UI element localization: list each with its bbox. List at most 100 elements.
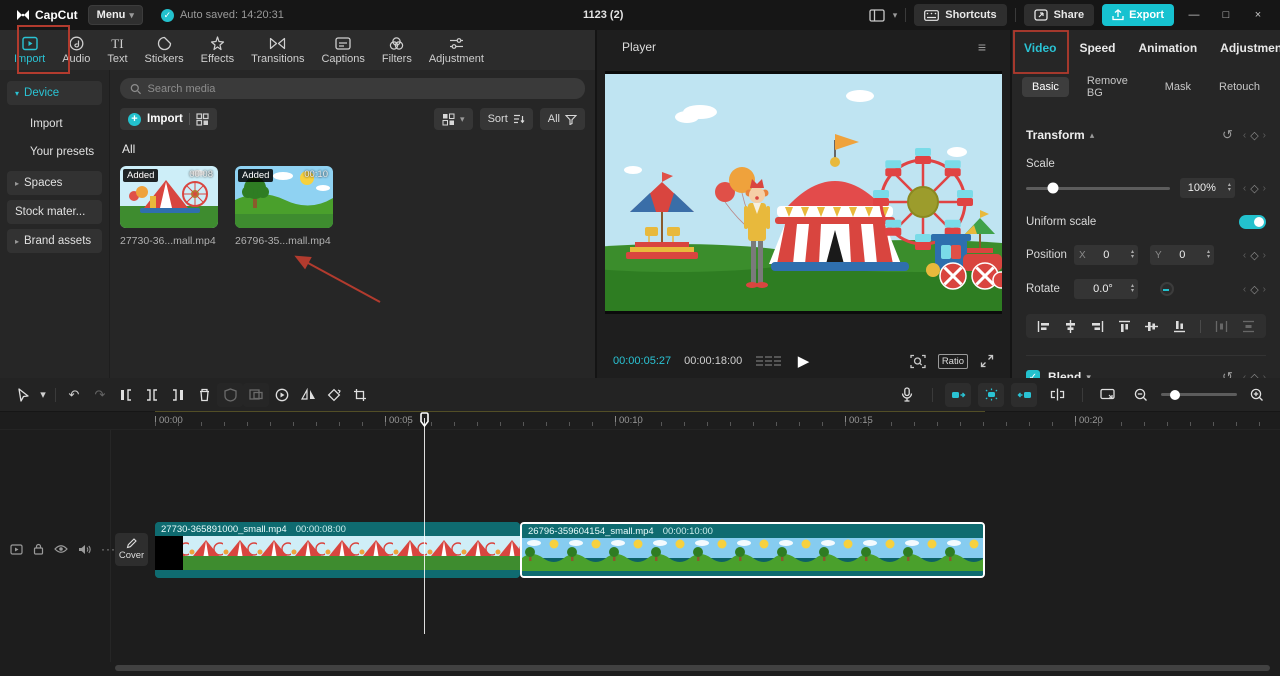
media-tab-effects[interactable]: Effects xyxy=(201,35,234,65)
media-tab-adjustment[interactable]: Adjustment xyxy=(429,36,484,65)
mirror-tool-icon[interactable] xyxy=(295,383,321,407)
keyframe-controls[interactable]: ‹◇› xyxy=(1243,182,1266,195)
export-button[interactable]: Export xyxy=(1102,4,1174,26)
player-menu-icon[interactable]: ≡ xyxy=(978,39,986,55)
view-mode-button[interactable]: ▾ xyxy=(434,108,473,130)
subtab-retouch[interactable]: Retouch xyxy=(1209,77,1270,97)
filter-button[interactable]: All xyxy=(539,108,585,130)
close-button[interactable]: × xyxy=(1246,9,1270,21)
media-tab-transitions[interactable]: Transitions xyxy=(251,36,304,65)
subtab-remove-bg[interactable]: Remove BG xyxy=(1077,71,1147,103)
reset-transform-icon[interactable]: ↺ xyxy=(1222,127,1233,143)
tab-adjustment[interactable]: Adjustment xyxy=(1220,41,1280,55)
media-tab-import[interactable]: Import xyxy=(14,36,45,65)
record-voiceover-icon[interactable] xyxy=(894,383,920,407)
select-tool-icon[interactable] xyxy=(10,383,36,407)
media-tab-audio[interactable]: Audio xyxy=(62,36,90,65)
media-search[interactable] xyxy=(120,78,585,99)
auto-ripple-icon[interactable] xyxy=(978,382,1004,407)
align-center-horizontal-icon[interactable] xyxy=(1064,319,1077,333)
chevron-down-icon[interactable]: ▾ xyxy=(893,10,898,21)
sort-button[interactable]: Sort xyxy=(479,108,533,130)
sidebar-item-import[interactable]: Import xyxy=(0,110,109,138)
sidebar-item-spaces[interactable]: ▸ Spaces xyxy=(7,171,102,195)
distribute-horizontal-icon[interactable] xyxy=(1215,320,1228,333)
search-input[interactable] xyxy=(147,82,575,95)
scale-slider-thumb[interactable] xyxy=(1047,182,1059,194)
timeline-zoom-thumb[interactable] xyxy=(1169,389,1180,400)
align-bottom-icon[interactable] xyxy=(1173,320,1186,333)
rotate-field[interactable]: 0.0° ▴ ▾ xyxy=(1074,279,1138,299)
tab-speed[interactable]: Speed xyxy=(1079,41,1115,55)
uniform-scale-toggle[interactable] xyxy=(1239,215,1266,229)
rotate-tool-icon[interactable] xyxy=(321,383,347,407)
delete-right-icon[interactable] xyxy=(165,383,191,407)
sidebar-item-stock-materials[interactable]: Stock mater... xyxy=(7,200,102,224)
next-keyframe-icon[interactable]: › xyxy=(1263,130,1266,141)
distribute-vertical-icon[interactable] xyxy=(1242,320,1255,333)
timeline-horizontal-scrollbar[interactable] xyxy=(115,665,1270,671)
keyframe-controls[interactable]: ‹◇› xyxy=(1243,283,1266,296)
magnetic-snap-icon[interactable] xyxy=(945,382,971,407)
mute-track-icon[interactable] xyxy=(78,544,91,555)
delete-icon[interactable] xyxy=(191,383,217,407)
sidebar-item-brand-assets[interactable]: ▸ Brand assets xyxy=(7,229,102,253)
scale-stepper[interactable]: ▴ ▾ xyxy=(1224,182,1235,193)
more-options-icon[interactable]: ··· xyxy=(101,542,116,556)
speed-tool-icon[interactable] xyxy=(269,383,295,407)
media-tab-captions[interactable]: Captions xyxy=(321,36,365,65)
minimize-button[interactable]: — xyxy=(1182,9,1206,21)
maximize-button[interactable]: □ xyxy=(1214,9,1238,21)
align-right-icon[interactable] xyxy=(1091,320,1104,333)
share-button[interactable]: Share xyxy=(1023,4,1095,26)
play-button[interactable]: ▶ xyxy=(798,352,810,370)
preview-axis-icon[interactable] xyxy=(1095,383,1121,407)
position-y-field[interactable]: Y 0 ▴ ▾ xyxy=(1150,245,1214,265)
timeline-clip-1[interactable]: 27730-365891000_small.mp4 00:00:08:00 xyxy=(155,522,520,578)
media-tab-stickers[interactable]: Stickers xyxy=(145,36,184,65)
shortcuts-button[interactable]: Shortcuts xyxy=(914,4,1007,26)
cover-button[interactable]: Cover xyxy=(115,533,148,566)
overlay-tool-icon[interactable] xyxy=(243,382,269,407)
delete-left-icon[interactable] xyxy=(113,383,139,407)
crop-tool-icon[interactable] xyxy=(347,383,373,407)
timeline-ruler[interactable]: 00:00 00:05 00:10 00:15 00:20 xyxy=(0,412,1280,430)
sidebar-item-device[interactable]: ▾ Device xyxy=(7,81,102,105)
link-clips-icon[interactable] xyxy=(1011,382,1037,407)
mask-tool-icon[interactable] xyxy=(217,382,243,407)
sidebar-item-your-presets[interactable]: Your presets xyxy=(0,138,109,166)
tab-animation[interactable]: Animation xyxy=(1138,41,1197,55)
player-canvas[interactable] xyxy=(605,71,1002,314)
timeline-clip-2-selected[interactable]: 26796-359604154_small.mp4 00:00:10:00 xyxy=(520,522,985,578)
import-media-button[interactable]: + Import xyxy=(120,108,217,130)
position-x-field[interactable]: X 0 ▴ ▾ xyxy=(1074,245,1138,265)
timeline-zoom-in-icon[interactable] xyxy=(1244,383,1270,407)
media-item-1[interactable]: Added 00:08 27730-36...mall.mp4 xyxy=(120,166,218,247)
split-icon[interactable] xyxy=(139,383,165,407)
align-top-icon[interactable] xyxy=(1118,320,1131,333)
select-tool-dropdown[interactable]: ▾ xyxy=(36,383,50,407)
transform-section-header[interactable]: Transform ▴ ↺ ‹ ◇ › xyxy=(1026,127,1266,143)
tab-video[interactable]: Video xyxy=(1024,41,1056,55)
align-center-vertical-icon[interactable] xyxy=(1145,320,1159,333)
align-left-icon[interactable] xyxy=(1037,320,1050,333)
keyframe-controls[interactable]: ‹◇› xyxy=(1243,249,1266,262)
lock-track-icon[interactable] xyxy=(33,543,44,555)
preview-quality-icon[interactable] xyxy=(910,354,926,369)
media-item-2[interactable]: Added 00:10 26796-35...mall.mp4 xyxy=(235,166,333,247)
position-x-stepper[interactable]: ▴ ▾ xyxy=(1127,249,1138,260)
rotate-stepper[interactable]: ▴ ▾ xyxy=(1127,283,1138,294)
position-y-stepper[interactable]: ▴ ▾ xyxy=(1203,249,1214,260)
timeline-zoom-out-icon[interactable] xyxy=(1128,383,1154,407)
scale-value-box[interactable]: 100% ▴ ▾ xyxy=(1179,178,1235,198)
media-tab-text[interactable]: TI Text xyxy=(107,36,127,65)
ratio-button[interactable]: Ratio xyxy=(937,353,968,369)
menu-button[interactable]: Menu ▾ xyxy=(87,5,143,25)
subtab-basic[interactable]: Basic xyxy=(1022,77,1069,97)
add-keyframe-icon[interactable]: ◇ xyxy=(1250,129,1258,142)
prev-keyframe-icon[interactable]: ‹ xyxy=(1243,130,1246,141)
hide-track-icon[interactable] xyxy=(54,544,68,554)
media-tab-filters[interactable]: Filters xyxy=(382,36,412,65)
split-preview-icon[interactable] xyxy=(1044,383,1070,407)
redo-icon[interactable]: ↷ xyxy=(87,383,113,407)
